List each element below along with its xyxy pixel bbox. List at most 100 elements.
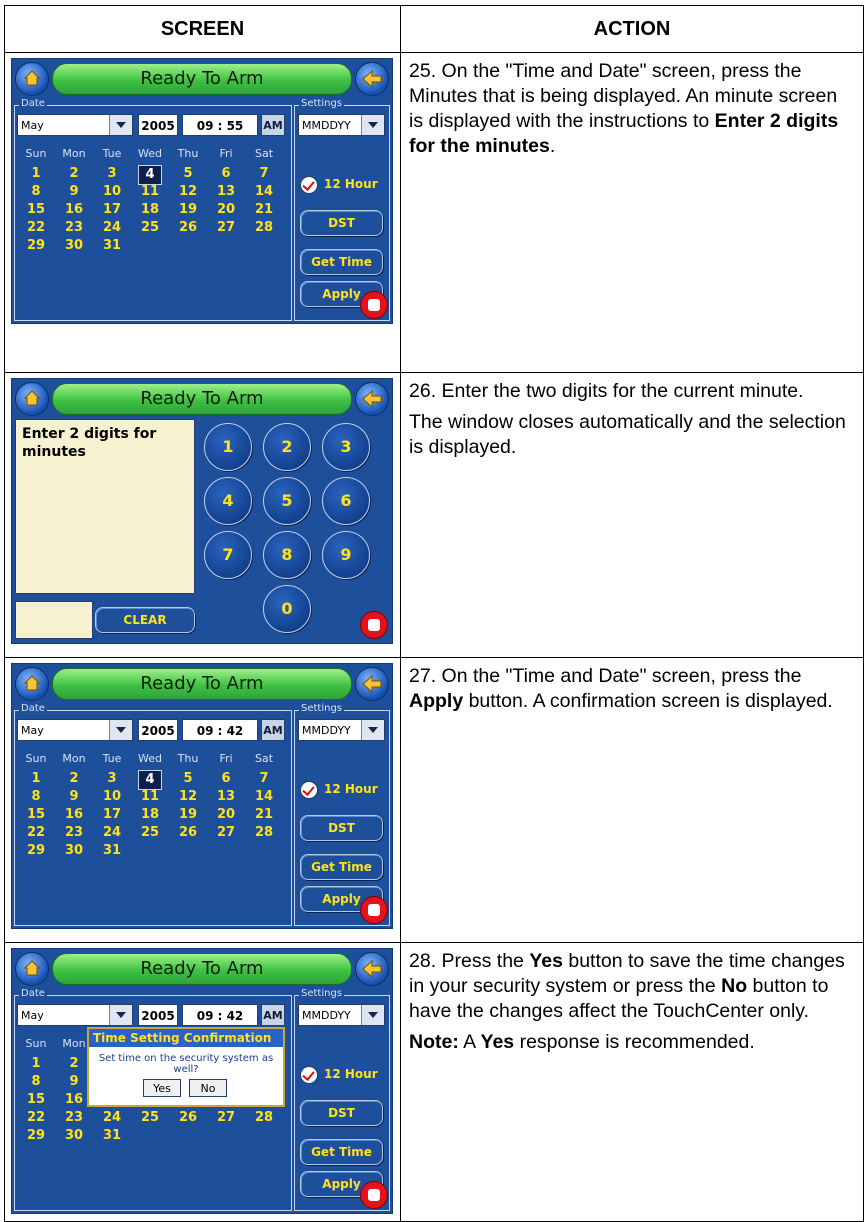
calendar-day[interactable]: 1 [17,1055,55,1073]
ampm-toggle[interactable]: AM [261,1004,285,1026]
calendar-day[interactable]: 8 [17,788,55,806]
calendar-day[interactable]: 26 [169,824,207,842]
ampm-toggle[interactable]: AM [261,719,285,741]
calendar-day[interactable]: 10 [93,788,131,806]
calendar-day[interactable]: 31 [93,842,131,860]
calendar-day[interactable]: 10 [93,183,131,201]
calendar-day[interactable]: 7 [245,165,283,183]
calendar-day[interactable]: 26 [169,1109,207,1127]
calendar-day[interactable]: 24 [93,824,131,842]
calendar-day[interactable]: 21 [245,201,283,219]
calendar-day[interactable]: 23 [55,824,93,842]
month-select[interactable]: May [17,719,133,741]
time-field[interactable]: 09 : 42 [182,719,258,741]
calendar-day[interactable]: 3 [93,770,131,788]
back-button[interactable] [355,667,389,701]
calendar-day[interactable]: 29 [17,237,55,255]
calendar-day[interactable]: 1 [17,770,55,788]
calendar-day[interactable]: 26 [169,219,207,237]
calendar-day[interactable]: 6 [207,770,245,788]
hour-mode-toggle[interactable]: 12 Hour [300,173,378,195]
home-button[interactable] [15,62,49,96]
back-button[interactable] [355,62,389,96]
calendar-day[interactable]: 25 [131,824,169,842]
calendar-day[interactable]: 5 [169,165,207,183]
key-3[interactable]: 3 [322,423,370,471]
key-6[interactable]: 6 [322,477,370,525]
stop-icon[interactable] [360,611,388,639]
calendar-day[interactable]: 20 [207,201,245,219]
calendar-day[interactable]: 18 [131,201,169,219]
get-time-button[interactable]: Get Time [300,1139,383,1165]
calendar-day[interactable]: 27 [207,824,245,842]
key-2[interactable]: 2 [263,423,311,471]
stop-icon[interactable] [360,896,388,924]
calendar-day[interactable]: 3 [93,165,131,183]
year-field[interactable]: 2005 [138,1004,178,1026]
time-field[interactable]: 09 : 42 [182,1004,258,1026]
key-0[interactable]: 0 [263,585,311,633]
calendar-day[interactable]: 28 [245,1109,283,1127]
time-field[interactable]: 09 : 55 [182,114,258,136]
calendar-day[interactable]: 19 [169,201,207,219]
calendar-day[interactable]: 31 [93,237,131,255]
calendar-day[interactable]: 8 [17,1073,55,1091]
calendar-day[interactable]: 29 [17,1127,55,1145]
calendar-day[interactable]: 12 [169,788,207,806]
year-field[interactable]: 2005 [138,114,178,136]
calendar-day[interactable]: 22 [17,1109,55,1127]
clear-button[interactable]: CLEAR [95,607,195,633]
calendar-day[interactable]: 25 [131,219,169,237]
calendar-day[interactable]: 27 [207,1109,245,1127]
calendar-day[interactable]: 7 [245,770,283,788]
calendar-day[interactable]: 23 [55,1109,93,1127]
key-4[interactable]: 4 [204,477,252,525]
no-button[interactable]: No [189,1079,227,1097]
hour-mode-toggle[interactable]: 12 Hour [300,778,378,800]
calendar-day-selected[interactable]: 4 [131,770,169,790]
home-button[interactable] [15,382,49,416]
calendar-day[interactable]: 14 [245,183,283,201]
back-button[interactable] [355,382,389,416]
ampm-toggle[interactable]: AM [261,114,285,136]
calendar-day[interactable]: 14 [245,788,283,806]
key-5[interactable]: 5 [263,477,311,525]
key-7[interactable]: 7 [204,531,252,579]
calendar-day[interactable]: 2 [55,770,93,788]
calendar-day[interactable]: 15 [17,1091,55,1109]
calendar-day[interactable]: 9 [55,183,93,201]
calendar-day[interactable]: 23 [55,219,93,237]
date-format-select[interactable]: MMDDYY [298,1004,385,1026]
yes-button[interactable]: Yes [143,1079,181,1097]
calendar-day[interactable]: 24 [93,219,131,237]
stop-icon[interactable] [360,291,388,319]
calendar-day[interactable]: 28 [245,824,283,842]
get-time-button[interactable]: Get Time [300,249,383,275]
calendar-day[interactable]: 11 [131,183,169,201]
calendar-day[interactable]: 31 [93,1127,131,1145]
calendar-day[interactable]: 16 [55,806,93,824]
calendar-day[interactable]: 21 [245,806,283,824]
key-1[interactable]: 1 [204,423,252,471]
home-button[interactable] [15,952,49,986]
calendar-day[interactable]: 15 [17,806,55,824]
calendar-day[interactable]: 13 [207,788,245,806]
dst-button[interactable]: DST [300,210,383,236]
calendar-day[interactable]: 28 [245,219,283,237]
calendar-day[interactable]: 25 [131,1109,169,1127]
calendar-day[interactable]: 2 [55,165,93,183]
calendar-day[interactable]: 5 [169,770,207,788]
calendar-day[interactable]: 30 [55,842,93,860]
date-format-select[interactable]: MMDDYY [298,114,385,136]
calendar-day[interactable]: 1 [17,165,55,183]
calendar-day[interactable]: 13 [207,183,245,201]
calendar-day[interactable]: 16 [55,201,93,219]
calendar-day[interactable]: 11 [131,788,169,806]
date-format-select[interactable]: MMDDYY [298,719,385,741]
calendar-day[interactable]: 15 [17,201,55,219]
calendar-day[interactable]: 19 [169,806,207,824]
calendar-day[interactable]: 22 [17,824,55,842]
calendar-day[interactable]: 27 [207,219,245,237]
calendar-day[interactable]: 30 [55,237,93,255]
calendar-day[interactable]: 24 [93,1109,131,1127]
